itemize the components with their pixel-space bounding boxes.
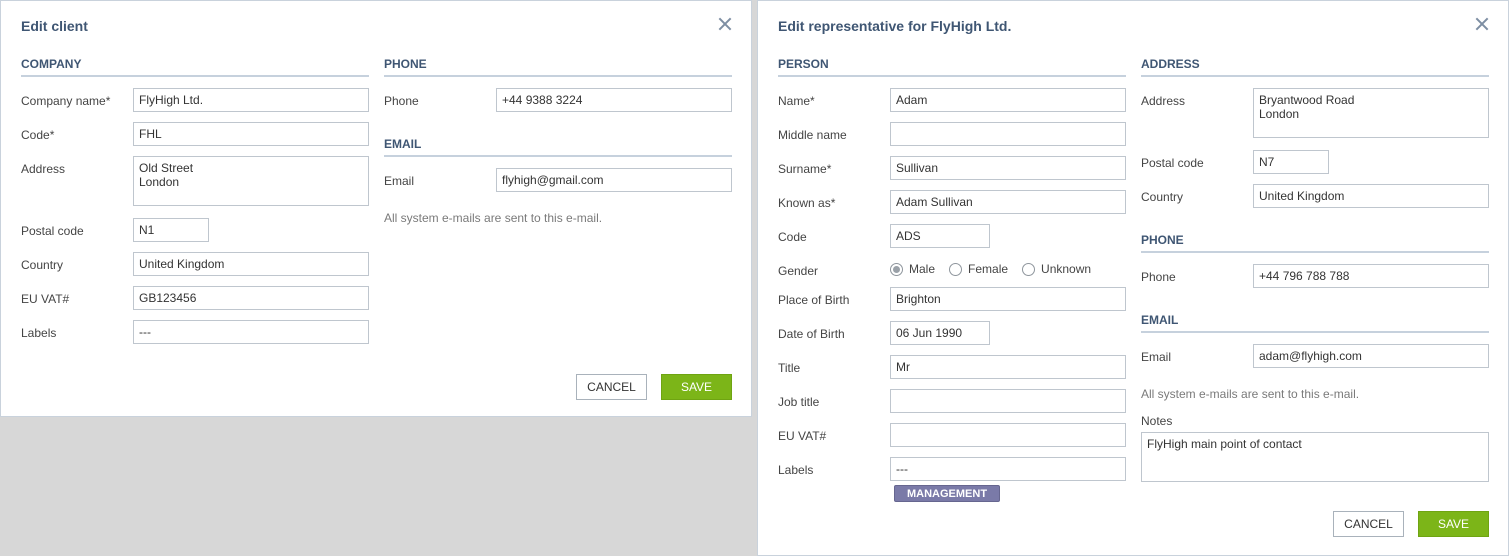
radio-unchecked-icon: [1022, 262, 1036, 276]
gender-radio-unknown[interactable]: Unknown: [1022, 262, 1091, 276]
section-title-address: ADDRESS: [1141, 57, 1200, 71]
code-input[interactable]: [890, 224, 990, 248]
section-divider: [384, 75, 732, 77]
section-divider: [778, 75, 1126, 77]
notes-textarea[interactable]: FlyHigh main point of contact: [1141, 432, 1489, 482]
email-label: Email: [1141, 350, 1172, 364]
radio-label: Female: [968, 262, 1009, 276]
email-hint: All system e-mails are sent to this e-ma…: [1141, 387, 1360, 401]
company-name-label: Company name*: [21, 94, 111, 108]
job-title-label: Job title: [778, 395, 820, 409]
section-title-company: COMPANY: [21, 57, 82, 71]
phone-input[interactable]: [496, 88, 732, 112]
country-label: Country: [21, 258, 64, 272]
surname-label: Surname*: [778, 162, 832, 176]
known-as-input[interactable]: [890, 190, 1126, 214]
phone-label: Phone: [384, 94, 419, 108]
section-title-phone: PHONE: [384, 57, 427, 71]
name-input[interactable]: [890, 88, 1126, 112]
section-title-person: PERSON: [778, 57, 829, 71]
known-as-label: Known as*: [778, 196, 836, 210]
section-title-email: EMAIL: [384, 137, 422, 151]
code-label: Code*: [21, 128, 55, 142]
section-title-phone: PHONE: [1141, 233, 1184, 247]
gender-radio-male[interactable]: Male: [890, 262, 935, 276]
code-label: Code: [778, 230, 807, 244]
close-icon[interactable]: [1474, 16, 1490, 32]
address-textarea[interactable]: Bryantwood Road London: [1253, 88, 1489, 138]
labels-select[interactable]: [133, 320, 369, 344]
close-icon[interactable]: [717, 16, 733, 32]
middle-name-input[interactable]: [890, 122, 1126, 146]
gender-label: Gender: [778, 264, 819, 278]
dialog-title: Edit client: [21, 18, 88, 34]
section-divider: [384, 155, 732, 157]
radio-label: Unknown: [1041, 262, 1092, 276]
address-label: Address: [1141, 94, 1186, 108]
eu-vat-input[interactable]: [890, 423, 1126, 447]
radio-checked-icon: [890, 262, 903, 276]
code-input[interactable]: [133, 122, 369, 146]
title-label: Title: [778, 361, 801, 375]
edit-representative-dialog: Edit representative for FlyHigh Ltd. PER…: [757, 0, 1509, 556]
email-input[interactable]: [496, 168, 732, 192]
edit-client-dialog: Edit client COMPANY Company name* Code* …: [0, 0, 752, 417]
date-of-birth-label: Date of Birth: [778, 327, 845, 341]
save-button[interactable]: SAVE: [661, 374, 732, 400]
section-divider: [1141, 331, 1489, 333]
eu-vat-label: EU VAT#: [21, 292, 70, 306]
notes-label: Notes: [1141, 414, 1173, 428]
cancel-button[interactable]: CANCEL: [1333, 511, 1404, 537]
date-of-birth-input[interactable]: [890, 321, 990, 345]
country-input[interactable]: [1253, 184, 1489, 208]
middle-name-label: Middle name: [778, 128, 847, 142]
phone-label: Phone: [1141, 270, 1176, 284]
postal-code-label: Postal code: [21, 224, 84, 238]
eu-vat-input[interactable]: [133, 286, 369, 310]
place-of-birth-label: Place of Birth: [778, 293, 850, 307]
address-label: Address: [21, 162, 66, 176]
section-divider: [1141, 251, 1489, 253]
section-divider: [21, 75, 369, 77]
title-input[interactable]: [890, 355, 1126, 379]
gender-radio-group: Male Female Unknown: [890, 260, 1105, 278]
section-divider: [1141, 75, 1489, 77]
country-label: Country: [1141, 190, 1184, 204]
label-tag-management[interactable]: MANAGEMENT: [894, 485, 1001, 502]
radio-unchecked-icon: [949, 262, 963, 276]
section-title-email: EMAIL: [1141, 313, 1179, 327]
cancel-button[interactable]: CANCEL: [576, 374, 647, 400]
name-label: Name*: [778, 94, 815, 108]
labels-label: Labels: [21, 326, 57, 340]
phone-input[interactable]: [1253, 264, 1489, 288]
radio-label: Male: [909, 262, 936, 276]
email-label: Email: [384, 174, 415, 188]
postal-code-input[interactable]: [1253, 150, 1329, 174]
email-hint: All system e-mails are sent to this e-ma…: [384, 211, 603, 225]
labels-select[interactable]: [890, 457, 1126, 481]
dialog-title: Edit representative for FlyHigh Ltd.: [778, 18, 1012, 34]
country-input[interactable]: [133, 252, 369, 276]
address-textarea[interactable]: Old Street London: [133, 156, 369, 206]
eu-vat-label: EU VAT#: [778, 429, 827, 443]
save-button[interactable]: SAVE: [1418, 511, 1489, 537]
gender-radio-female[interactable]: Female: [949, 262, 1008, 276]
postal-code-input[interactable]: [133, 218, 209, 242]
surname-input[interactable]: [890, 156, 1126, 180]
job-title-input[interactable]: [890, 389, 1126, 413]
company-name-input[interactable]: [133, 88, 369, 112]
email-input[interactable]: [1253, 344, 1489, 368]
place-of-birth-input[interactable]: [890, 287, 1126, 311]
postal-code-label: Postal code: [1141, 156, 1204, 170]
labels-label: Labels: [778, 463, 814, 477]
